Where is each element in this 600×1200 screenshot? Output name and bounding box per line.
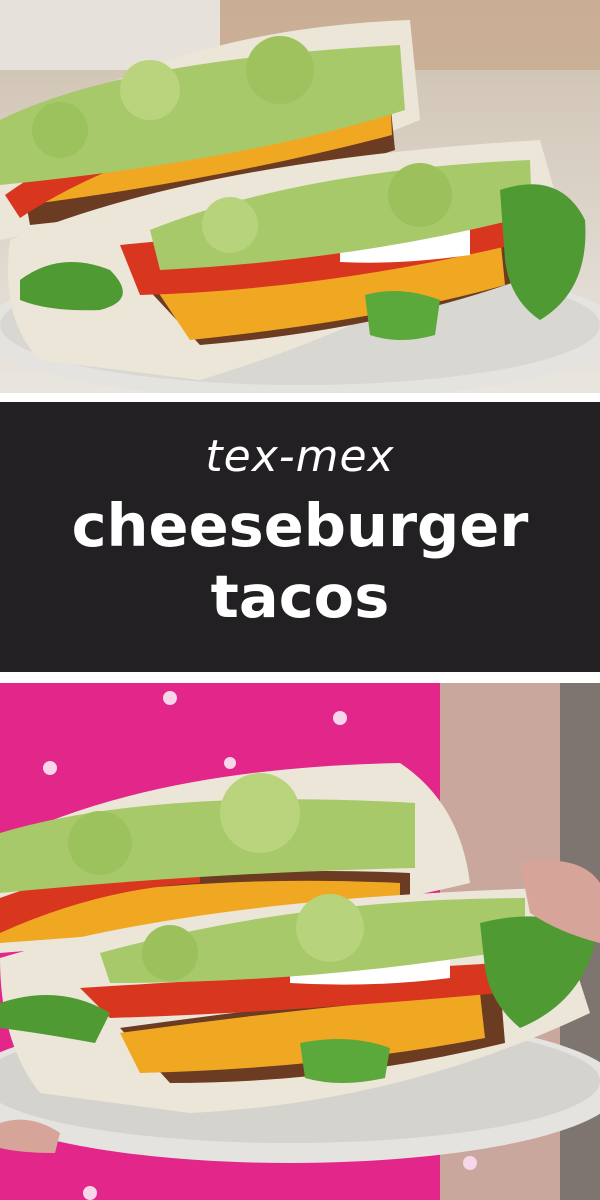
title-banner: tex-mex cheeseburger tacos (0, 402, 600, 672)
recipe-pin: tex-mex cheeseburger tacos (0, 0, 600, 1200)
recipe-title-line-1: cheeseburger (71, 491, 529, 561)
bottom-food-photo (0, 683, 600, 1200)
hand-holding-tacos-illustration (0, 683, 600, 1200)
top-food-photo (0, 0, 600, 393)
recipe-title-line-2: tacos (210, 562, 390, 631)
tacos-on-plate-illustration (0, 0, 600, 393)
recipe-subtitle: tex-mex (205, 431, 395, 483)
